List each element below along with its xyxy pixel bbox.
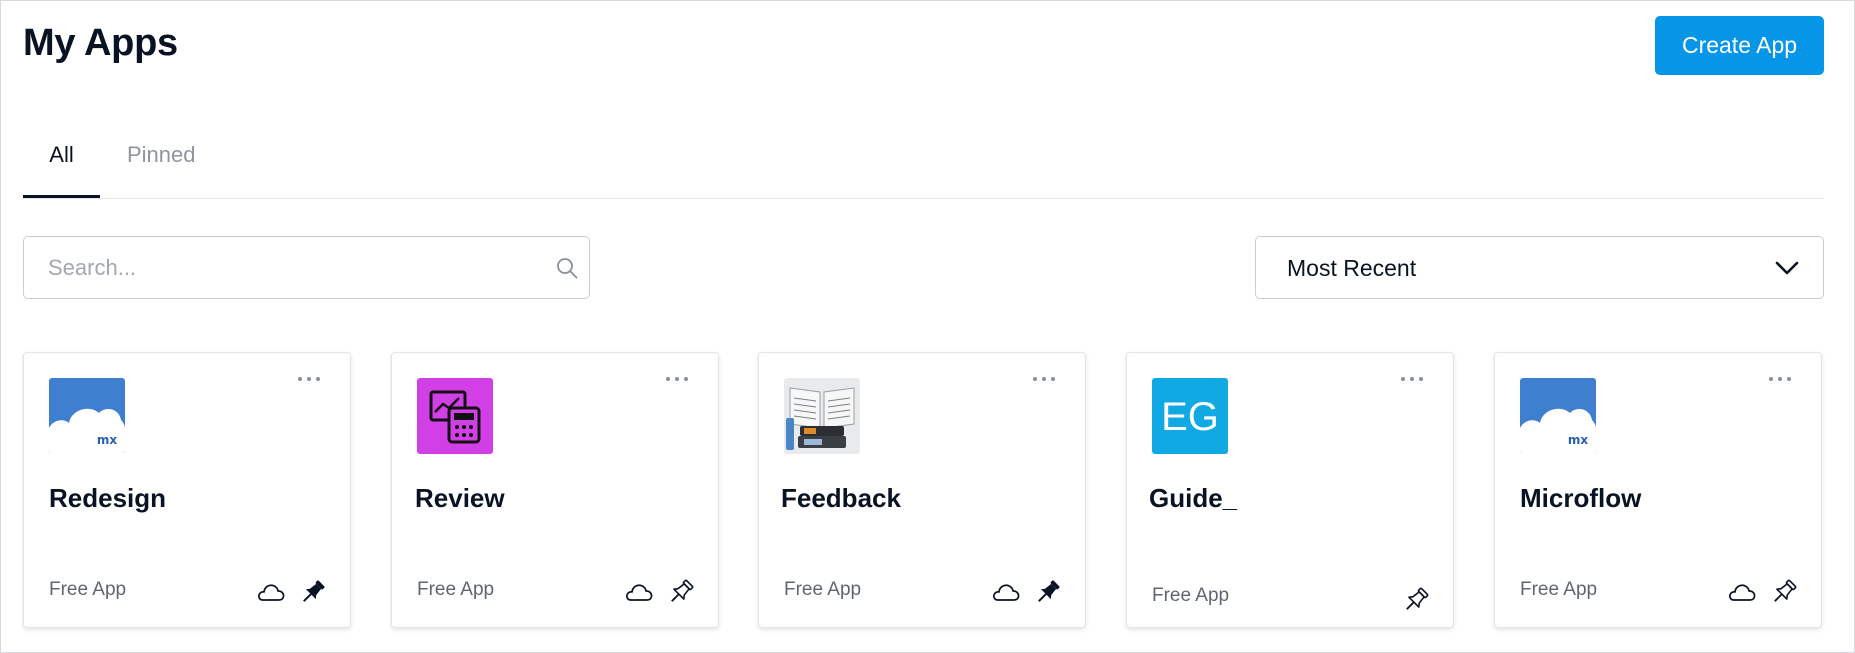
pin-filled-icon[interactable]: [1033, 578, 1063, 606]
eg-logo-text: EG: [1161, 395, 1219, 439]
app-name: Microflow: [1520, 483, 1642, 513]
more-options-icon[interactable]: [1767, 371, 1793, 387]
cloud-icon: [1727, 578, 1757, 606]
mx-logo-mark: mx: [97, 433, 118, 447]
app-card-review[interactable]: Review Free App: [391, 352, 719, 628]
sort-dropdown[interactable]: Most Recent: [1255, 236, 1824, 299]
more-options-icon[interactable]: [1399, 371, 1425, 387]
more-options-icon[interactable]: [296, 371, 322, 387]
eg-letters-logo: EG: [1152, 378, 1228, 454]
app-card-guide[interactable]: EG Guide_ Free App: [1126, 352, 1454, 628]
app-type: Free App: [49, 579, 127, 600]
chevron-down-icon: [1775, 261, 1799, 275]
mx-cloud-logo: mx: [1520, 378, 1596, 454]
app-type: Free App: [1520, 579, 1598, 600]
pin-outline-icon[interactable]: [1401, 586, 1431, 614]
search-input[interactable]: [48, 237, 528, 298]
cloud-icon: [624, 578, 654, 606]
app-name: Feedback: [781, 483, 901, 513]
calculator-chart-logo: [417, 378, 493, 454]
tab-pinned[interactable]: Pinned: [127, 142, 196, 198]
search-icon[interactable]: [555, 256, 579, 280]
page-title: My Apps: [23, 22, 178, 64]
pin-outline-icon[interactable]: [666, 578, 696, 606]
mx-cloud-logo: mx: [49, 378, 125, 454]
app-card-microflow[interactable]: mx Microflow Free App: [1494, 352, 1822, 628]
tab-bar: All Pinned: [23, 118, 1824, 199]
app-type: Free App: [1152, 585, 1230, 606]
app-type: Free App: [784, 579, 862, 600]
mx-logo-mark: mx: [1568, 433, 1589, 447]
more-options-icon[interactable]: [1031, 371, 1057, 387]
app-type: Free App: [417, 579, 495, 600]
search-field[interactable]: [23, 236, 590, 299]
cloud-icon: [991, 578, 1021, 606]
app-name: Guide_: [1149, 483, 1238, 513]
pin-filled-icon[interactable]: [298, 578, 328, 606]
app-name: Redesign: [49, 483, 167, 513]
app-card-feedback[interactable]: Feedback Free App: [758, 352, 1086, 628]
tab-all[interactable]: All: [23, 142, 100, 198]
create-app-button[interactable]: Create App: [1655, 16, 1824, 75]
app-name: Review: [415, 483, 505, 513]
sort-selected-value: Most Recent: [1287, 255, 1417, 281]
more-options-icon[interactable]: [664, 371, 690, 387]
book-devices-photo-logo: [784, 378, 860, 454]
app-card-redesign[interactable]: mx Redesign Free App: [23, 352, 351, 628]
pin-outline-icon[interactable]: [1769, 578, 1799, 606]
cloud-icon: [256, 578, 286, 606]
